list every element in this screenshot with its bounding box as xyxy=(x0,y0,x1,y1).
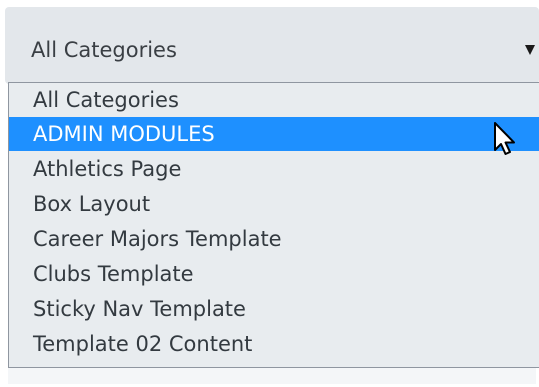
triangle-down-icon[interactable] xyxy=(525,45,535,55)
option-admin-modules[interactable]: ADMIN MODULES xyxy=(9,117,539,151)
option-template-02-content[interactable]: Template 02 Content xyxy=(9,327,539,361)
option-athletics-page[interactable]: Athletics Page xyxy=(9,152,539,186)
dropdown-bottom-strip xyxy=(8,368,536,384)
category-select-widget: All Categories All Categories ADMIN MODU… xyxy=(0,0,539,387)
mouse-pointer-icon xyxy=(494,122,515,155)
category-dropdown-list: All Categories ADMIN MODULES Athletics P… xyxy=(8,82,539,368)
option-all-categories[interactable]: All Categories xyxy=(9,83,539,117)
category-select-value: All Categories xyxy=(31,38,177,62)
option-clubs-template[interactable]: Clubs Template xyxy=(9,257,539,291)
option-box-layout[interactable]: Box Layout xyxy=(9,187,539,221)
option-career-majors-template[interactable]: Career Majors Template xyxy=(9,222,539,256)
option-sticky-nav-template[interactable]: Sticky Nav Template xyxy=(9,292,539,326)
category-select[interactable]: All Categories xyxy=(5,7,539,84)
